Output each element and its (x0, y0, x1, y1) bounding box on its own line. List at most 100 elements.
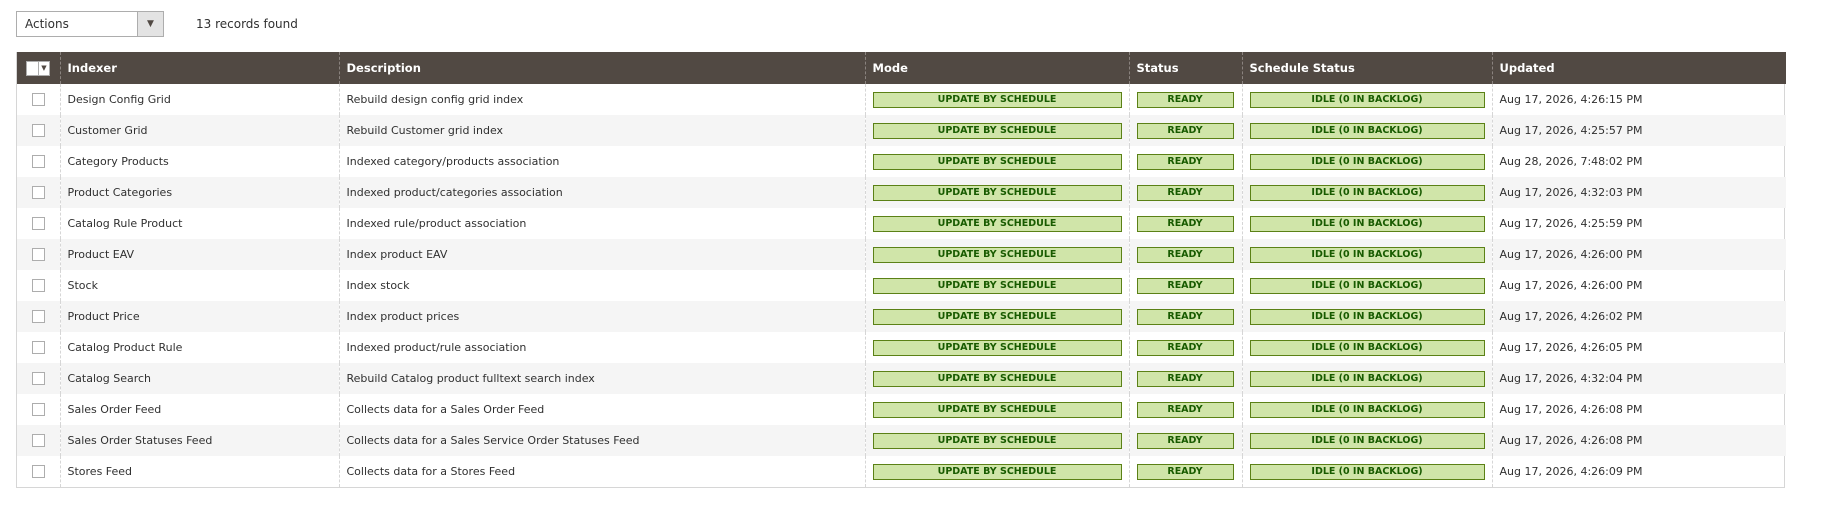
column-header-indexer[interactable]: Indexer (59, 52, 339, 84)
indexer-cell: Category Products (59, 146, 339, 177)
mode-cell: UPDATE BY SCHEDULE (864, 239, 1129, 270)
table-row[interactable]: Product EAV Index product EAV UPDATE BY SC… (17, 239, 1786, 270)
updated-cell: Aug 17, 2026, 4:26:00 PM (1491, 239, 1786, 270)
row-checkbox[interactable] (31, 186, 45, 200)
row-checkbox[interactable] (31, 155, 45, 169)
schedule-status-badge: IDLE (0 IN BACKLOG) (1249, 153, 1485, 170)
table-header-row: ▼ Indexer Description Mode Status Schedu… (17, 52, 1786, 84)
column-header-mode[interactable]: Mode (864, 52, 1129, 84)
row-checkbox[interactable] (31, 372, 45, 386)
indexer-cell: Product EAV (59, 239, 339, 270)
table-row[interactable]: Customer Grid Rebuild Customer grid index… (17, 115, 1786, 146)
updated-cell: Aug 17, 2026, 4:26:08 PM (1491, 394, 1786, 425)
schedule-status-badge: IDLE (0 IN BACKLOG) (1249, 432, 1485, 449)
row-select-cell (17, 84, 60, 115)
schedule-status-cell: IDLE (0 IN BACKLOG) (1241, 456, 1492, 487)
table-row[interactable]: Sales Order Statuses Feed Collects data f… (17, 425, 1786, 456)
status-cell: READY (1128, 270, 1242, 301)
column-header-description[interactable]: Description (338, 52, 865, 84)
row-checkbox[interactable] (31, 217, 45, 231)
status-cell: READY (1128, 208, 1242, 239)
row-checkbox[interactable] (31, 93, 45, 107)
status-badge: READY (1136, 401, 1234, 418)
row-checkbox[interactable] (31, 341, 45, 355)
row-checkbox[interactable] (31, 434, 45, 448)
row-checkbox[interactable] (31, 124, 45, 138)
table-row[interactable]: Catalog Product Rule Indexed product/rule… (17, 332, 1786, 363)
actions-dropdown[interactable]: Actions ▼ (16, 10, 164, 37)
status-badge: READY (1136, 432, 1234, 449)
status-badge: READY (1136, 246, 1234, 263)
description-cell: Indexed rule/product association (338, 208, 865, 239)
description-cell: Rebuild design config grid index (338, 84, 865, 115)
row-checkbox[interactable] (31, 248, 45, 262)
status-badge: READY (1136, 308, 1234, 325)
mode-badge: UPDATE BY SCHEDULE (872, 463, 1122, 480)
table-row[interactable]: Stores Feed Collects data for a Stores Fe… (17, 456, 1786, 487)
schedule-status-cell: IDLE (0 IN BACKLOG) (1241, 363, 1492, 394)
status-badge: READY (1136, 370, 1234, 387)
row-select-cell (17, 301, 60, 332)
row-checkbox[interactable] (31, 279, 45, 293)
mode-badge: UPDATE BY SCHEDULE (872, 339, 1122, 356)
mode-badge: UPDATE BY SCHEDULE (872, 432, 1122, 449)
schedule-status-badge: IDLE (0 IN BACKLOG) (1249, 463, 1485, 480)
indexer-cell: Catalog Product Rule (59, 332, 339, 363)
schedule-status-cell: IDLE (0 IN BACKLOG) (1241, 301, 1492, 332)
row-select-cell (17, 363, 60, 394)
updated-cell: Aug 17, 2026, 4:25:59 PM (1491, 208, 1786, 239)
updated-cell: Aug 17, 2026, 4:26:09 PM (1491, 456, 1786, 487)
updated-cell: Aug 17, 2026, 4:26:08 PM (1491, 425, 1786, 456)
column-header-status[interactable]: Status (1128, 52, 1242, 84)
row-select-cell (17, 425, 60, 456)
chevron-down-icon[interactable]: ▼ (38, 61, 49, 75)
grid-toolbar: Actions ▼ 13 records found (16, 10, 298, 37)
table-row[interactable]: Category Products Indexed category/produc… (17, 146, 1786, 177)
schedule-status-cell: IDLE (0 IN BACKLOG) (1241, 208, 1492, 239)
mass-select-dropdown[interactable]: ▼ (26, 60, 50, 76)
schedule-status-badge: IDLE (0 IN BACKLOG) (1249, 122, 1485, 139)
table-row[interactable]: Design Config Grid Rebuild design config … (17, 84, 1786, 115)
row-checkbox[interactable] (31, 310, 45, 324)
table-row[interactable]: Catalog Search Rebuild Catalog product fu… (17, 363, 1786, 394)
table-row[interactable]: Product Categories Indexed product/catego… (17, 177, 1786, 208)
mode-cell: UPDATE BY SCHEDULE (864, 394, 1129, 425)
description-cell: Indexed product/rule association (338, 332, 865, 363)
status-cell: READY (1128, 363, 1242, 394)
updated-cell: Aug 17, 2026, 4:26:02 PM (1491, 301, 1786, 332)
updated-cell: Aug 17, 2026, 4:26:05 PM (1491, 332, 1786, 363)
mode-cell: UPDATE BY SCHEDULE (864, 332, 1129, 363)
updated-cell: Aug 17, 2026, 4:25:57 PM (1491, 115, 1786, 146)
status-cell: READY (1128, 146, 1242, 177)
indexer-cell: Customer Grid (59, 115, 339, 146)
table-row[interactable]: Catalog Rule Product Indexed rule/product… (17, 208, 1786, 239)
chevron-down-icon[interactable]: ▼ (137, 11, 163, 36)
updated-cell: Aug 17, 2026, 4:32:03 PM (1491, 177, 1786, 208)
schedule-status-badge: IDLE (0 IN BACKLOG) (1249, 401, 1485, 418)
column-header-updated[interactable]: Updated (1491, 52, 1786, 84)
mode-badge: UPDATE BY SCHEDULE (872, 308, 1122, 325)
status-cell: READY (1128, 239, 1242, 270)
row-checkbox[interactable] (31, 465, 45, 479)
updated-cell: Aug 17, 2026, 4:32:04 PM (1491, 363, 1786, 394)
records-count: 13 records found (196, 16, 298, 31)
row-checkbox[interactable] (31, 403, 45, 417)
description-cell: Indexed product/categories association (338, 177, 865, 208)
table-row[interactable]: Product Price Index product prices UPDATE … (17, 301, 1786, 332)
mode-badge: UPDATE BY SCHEDULE (872, 370, 1122, 387)
schedule-status-cell: IDLE (0 IN BACKLOG) (1241, 239, 1492, 270)
row-select-cell (17, 394, 60, 425)
description-cell: Collects data for a Sales Service Order … (338, 425, 865, 456)
indexer-cell: Stores Feed (59, 456, 339, 487)
status-cell: READY (1128, 394, 1242, 425)
mass-select-checkbox[interactable] (27, 62, 38, 74)
status-badge: READY (1136, 215, 1234, 232)
updated-cell: Aug 17, 2026, 4:26:00 PM (1491, 270, 1786, 301)
indexer-grid: ▼ Indexer Description Mode Status Schedu… (16, 52, 1786, 488)
table-row[interactable]: Stock Index stock UPDATE BY SCHEDULE READY I… (17, 270, 1786, 301)
column-header-schedule-status[interactable]: Schedule Status (1241, 52, 1492, 84)
indexer-cell: Product Categories (59, 177, 339, 208)
indexer-cell: Catalog Search (59, 363, 339, 394)
table-row[interactable]: Sales Order Feed Collects data for a Sale… (17, 394, 1786, 425)
mode-badge: UPDATE BY SCHEDULE (872, 401, 1122, 418)
